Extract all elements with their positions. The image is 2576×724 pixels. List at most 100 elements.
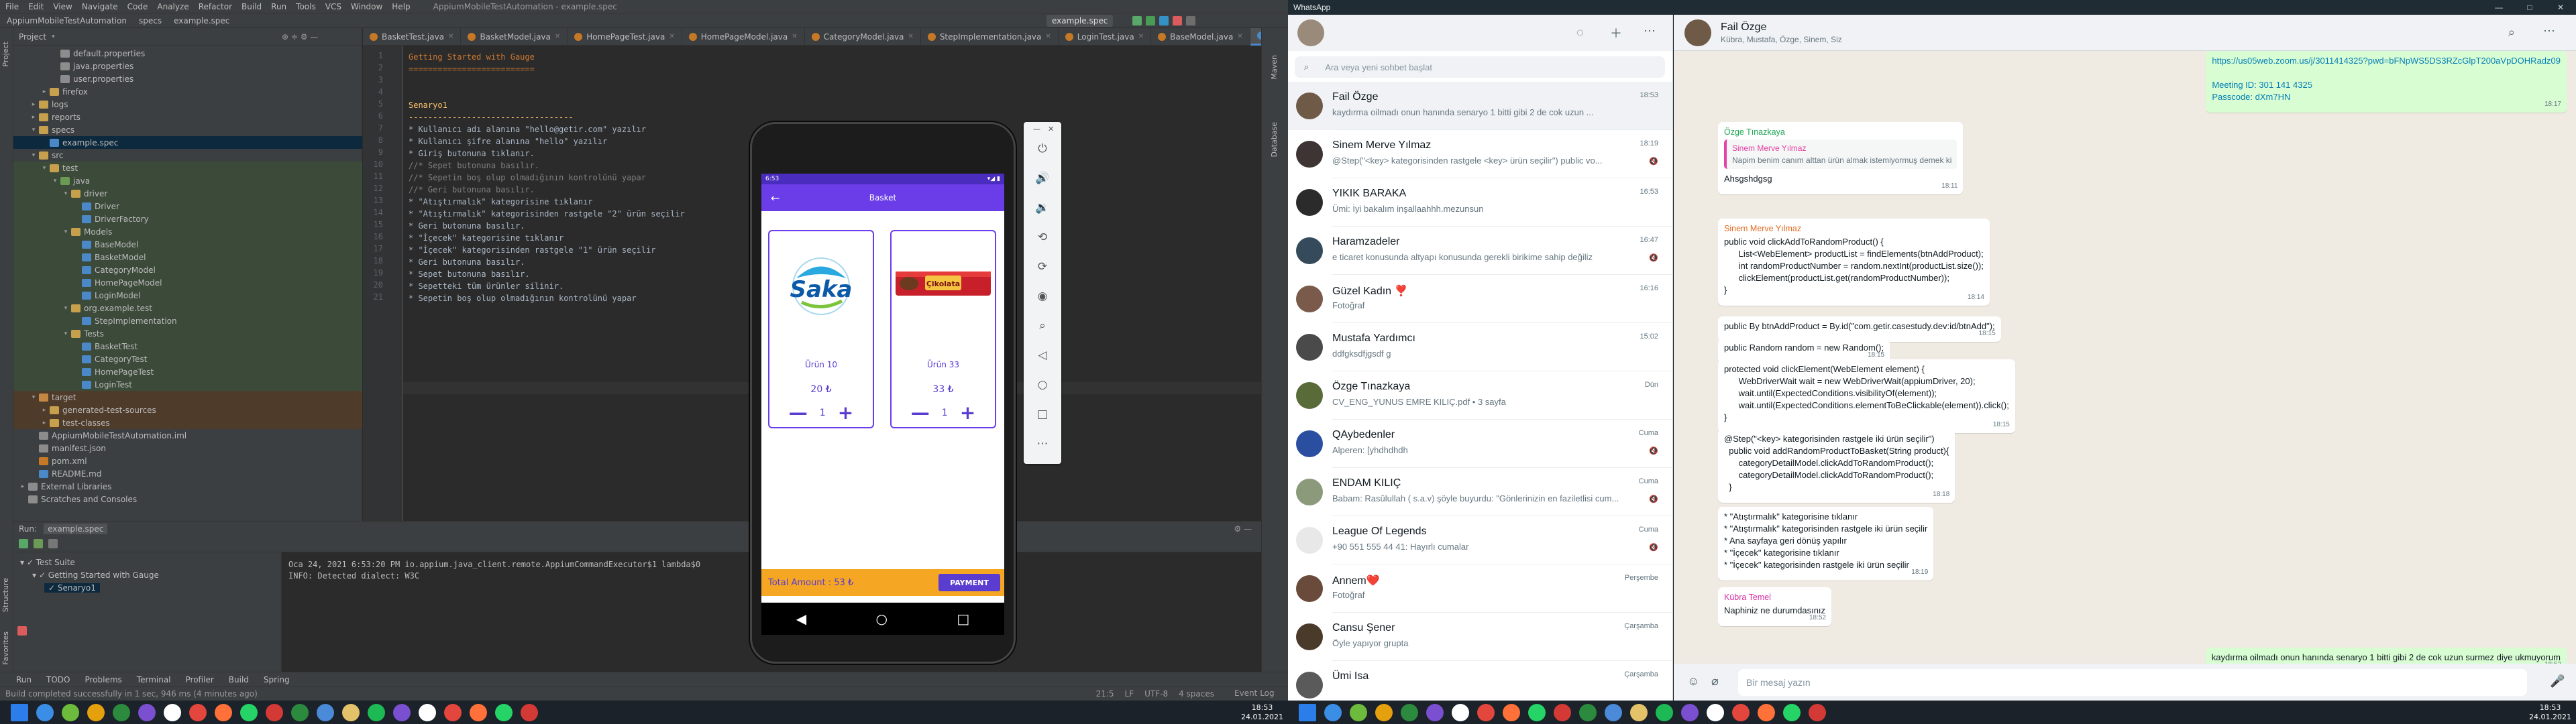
taskbar-clock[interactable]: 18:53 24.01.2021: [1241, 703, 1283, 722]
back-icon[interactable]: ◁: [1033, 346, 1052, 365]
tree-item[interactable]: AppiumMobileTestAutomation.iml: [13, 429, 362, 442]
code-line[interactable]: * Kullanıcı adı alanına "hello@getir.com…: [409, 123, 646, 135]
menu-edit[interactable]: Edit: [28, 2, 44, 11]
tree-item[interactable]: manifest.json: [13, 442, 362, 455]
editor-tab[interactable]: LoginTest.java ✕: [1059, 27, 1152, 46]
menu-window[interactable]: Window: [351, 2, 382, 11]
tool-tab-profiler[interactable]: Profiler: [186, 675, 214, 684]
menu-navigate[interactable]: Navigate: [82, 2, 118, 11]
tree-item[interactable]: HomePageTest: [13, 365, 362, 378]
project-panel-actions-icon[interactable]: ⊕ ≑ ⚙ —: [282, 32, 318, 42]
status-item[interactable]: 4 spaces: [1179, 689, 1214, 699]
taskbar-app-icon[interactable]: [1324, 703, 1342, 721]
tree-item[interactable]: HomePageModel: [13, 276, 362, 289]
menu-file[interactable]: File: [5, 2, 19, 11]
tree-item[interactable]: ▸ logs: [13, 98, 362, 111]
taskbar-app-icon[interactable]: [36, 703, 54, 721]
chevron-down-icon[interactable]: ▾: [52, 34, 55, 40]
chat-list-item[interactable]: Özge Tınazkaya CV_ENG_YUNUS EMRE KILIÇ.pd…: [1288, 371, 1672, 420]
nav-home-icon[interactable]: ○: [876, 611, 888, 627]
tree-item[interactable]: ▸ test-classes: [13, 416, 362, 429]
editor-tab[interactable]: StepImplementation.java ✕: [921, 27, 1059, 46]
back-arrow-icon[interactable]: ←: [771, 192, 780, 204]
search-icon[interactable]: ⌕: [2508, 25, 2515, 40]
code-line[interactable]: * "İçecek" kategorisinden rastgele "1" ü…: [409, 244, 655, 256]
menu-vcs[interactable]: VCS: [325, 2, 341, 11]
chevron-icon[interactable]: ▾: [62, 305, 70, 312]
nav-back-icon[interactable]: ◀: [796, 611, 806, 627]
taskbar-app-icon[interactable]: [495, 703, 513, 721]
home-icon[interactable]: ○: [1033, 375, 1052, 394]
menu-analyze[interactable]: Analyze: [157, 2, 189, 11]
taskbar-app-icon[interactable]: [419, 703, 436, 721]
taskbar-app-icon[interactable]: [521, 703, 538, 721]
rotate-left-icon[interactable]: ⟲: [1033, 228, 1052, 247]
taskbar-app-icon[interactable]: [1503, 703, 1520, 721]
favorites-tool-tab[interactable]: Favorites: [1, 631, 12, 665]
taskbar-app-icon[interactable]: [1426, 703, 1444, 721]
chat-list-item[interactable]: Sinem Merve Yılmaz @Step("<key> kategoris…: [1288, 130, 1672, 178]
tree-item[interactable]: ▸ generated-test-sources: [13, 404, 362, 416]
chevron-icon[interactable]: ▾: [62, 229, 70, 235]
run-panel-settings-icon[interactable]: ⚙ —: [1234, 524, 1252, 534]
tree-item[interactable]: CategoryModel: [13, 263, 362, 276]
code-line[interactable]: Senaryo1: [409, 99, 447, 111]
status-icon[interactable]: ◌: [1576, 25, 1584, 40]
menu-tools[interactable]: Tools: [296, 2, 316, 11]
tree-item[interactable]: BaseModel: [13, 238, 362, 251]
taskbar-app-icon[interactable]: [1350, 703, 1367, 721]
more-icon[interactable]: ⋯: [1033, 434, 1052, 453]
taskbar-app-icon[interactable]: [1681, 703, 1699, 721]
tool-tab-run[interactable]: Run: [16, 675, 32, 684]
debug-icon[interactable]: [1146, 16, 1155, 25]
taskbar-app-icon[interactable]: [164, 703, 181, 721]
chat-list-item[interactable]: YIKIK BARAKA Ümi: İyi bakalım inşallaahhh…: [1288, 178, 1672, 227]
tree-item[interactable]: ▸ reports: [13, 111, 362, 123]
project-view-label[interactable]: Project: [19, 32, 46, 42]
editor-tab[interactable]: CategoryModel.java ✕: [805, 27, 921, 46]
tree-item[interactable]: java.properties: [13, 60, 362, 72]
volume-up-icon[interactable]: 🔊: [1033, 169, 1052, 188]
code-line[interactable]: ==========================: [409, 63, 535, 75]
chat-list-item[interactable]: QAybedenler Alperen: [yhdhdhdh Cuma 🔇: [1288, 420, 1672, 468]
taskbar-app-icon[interactable]: [87, 703, 105, 721]
chevron-icon[interactable]: ▸: [30, 101, 38, 108]
event-log-button[interactable]: Event Log: [1234, 688, 1275, 698]
taskbar-app-icon[interactable]: [1783, 703, 1801, 721]
taskbar-app-icon[interactable]: [1401, 703, 1418, 721]
taskbar-app-icon[interactable]: [1554, 703, 1571, 721]
chevron-icon[interactable]: ▸: [30, 114, 38, 121]
menu-help[interactable]: Help: [392, 2, 410, 11]
editor-tab[interactable]: HomePageModel.java ✕: [682, 27, 805, 46]
taskbar-app-icon[interactable]: [62, 703, 79, 721]
taskbar-app-icon[interactable]: [113, 703, 130, 721]
camera-icon[interactable]: ◉: [1033, 287, 1052, 306]
maven-tool-tab[interactable]: Maven: [1270, 55, 1281, 79]
spec-node[interactable]: ▾ ✓ Getting Started with Gauge: [32, 570, 159, 580]
chevron-icon[interactable]: ▾: [30, 394, 38, 401]
tree-item[interactable]: user.properties: [13, 72, 362, 85]
rotate-right-icon[interactable]: ⟳: [1033, 257, 1052, 276]
tree-item[interactable]: ▾ specs: [13, 123, 362, 136]
search-everywhere-icon[interactable]: [1186, 16, 1195, 25]
code-line[interactable]: * Giriş butonuna tıklanır.: [409, 147, 535, 160]
overview-icon[interactable]: □: [1033, 405, 1052, 424]
menu-build[interactable]: Build: [241, 2, 262, 11]
tree-item[interactable]: ▾ target: [13, 391, 362, 404]
message-sender[interactable]: Özge Tınazkaya: [1724, 126, 1957, 138]
tree-item[interactable]: StepImplementation: [13, 314, 362, 327]
chat-list-item[interactable]: Güzel Kadın ❣️ Fotoğraf 16:16: [1288, 275, 1672, 323]
increase-button[interactable]: +: [838, 404, 853, 422]
chat-list-item[interactable]: Cansu Şener Öyle yapıyor grupta Çarşamba: [1288, 613, 1672, 661]
status-item[interactable]: UTF-8: [1144, 689, 1168, 699]
decrease-button[interactable]: —: [789, 404, 808, 422]
chat-list-item[interactable]: Ümi Isa Çarşamba: [1288, 661, 1672, 701]
chat-list-item[interactable]: League Of Legends +90 551 555 44 41: Hayı…: [1288, 516, 1672, 564]
taskbar-app-icon[interactable]: [342, 703, 360, 721]
tree-item[interactable]: ▾ Models: [13, 225, 362, 238]
windows-start-icon[interactable]: [11, 703, 28, 721]
tree-item[interactable]: example.spec: [13, 136, 362, 149]
decrease-button[interactable]: —: [911, 404, 930, 422]
status-item[interactable]: LF: [1125, 689, 1134, 699]
tree-item[interactable]: LoginModel: [13, 289, 362, 302]
